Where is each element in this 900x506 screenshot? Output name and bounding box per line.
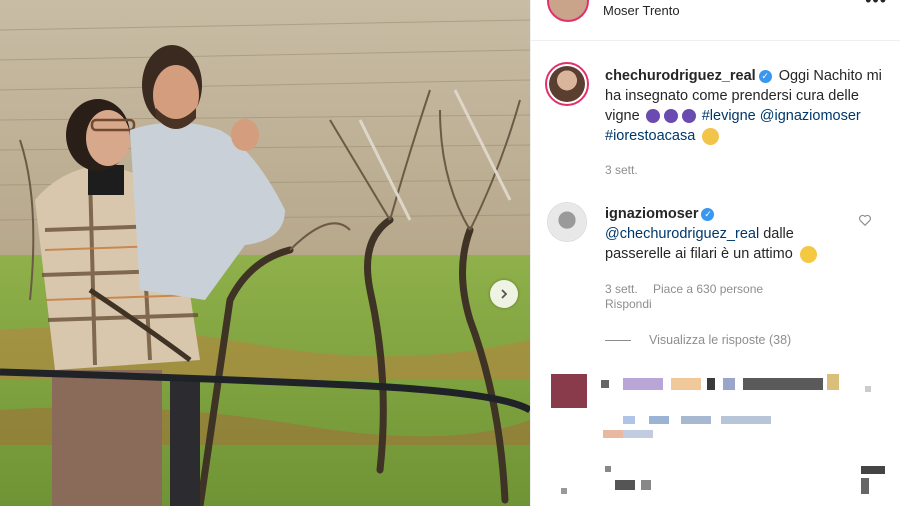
post-caption: chechurodriguez_real ✓ Oggi Nachito mi ha… xyxy=(605,66,885,146)
next-photo-button[interactable] xyxy=(490,280,518,308)
view-replies-label: Visualizza le risposte (38) xyxy=(649,333,792,347)
caption-username[interactable]: chechurodriguez_real xyxy=(605,68,756,84)
chevron-right-icon xyxy=(501,289,508,299)
caption-avatar[interactable] xyxy=(545,62,589,106)
comment-username[interactable]: ignaziomoser xyxy=(605,206,698,222)
heart-icon[interactable] xyxy=(858,213,872,227)
commenter-avatar[interactable] xyxy=(547,202,587,242)
mention-link[interactable]: @ignaziomoser xyxy=(760,108,861,124)
divider-line xyxy=(605,339,631,341)
verified-icon: ✓ xyxy=(701,207,715,221)
laughing-emoji-icon xyxy=(799,245,817,263)
vineyard-photo xyxy=(0,0,530,506)
post-header: Moser Trento ••• xyxy=(531,0,900,41)
hashtag-link[interactable]: #levigne xyxy=(702,108,756,124)
comment-likes[interactable]: Piace a 630 persone xyxy=(653,282,763,296)
comment-body: ignaziomoser ✓ @chechurodriguez_real dall… xyxy=(605,204,855,264)
grape-icon xyxy=(645,109,660,124)
more-icon[interactable]: ••• xyxy=(865,0,887,11)
reply-button[interactable]: Rispondi xyxy=(605,297,652,311)
view-replies-button[interactable]: Visualizza le risposte (38) xyxy=(605,333,791,347)
author-avatar[interactable] xyxy=(547,0,589,22)
post-photo[interactable] xyxy=(0,0,530,506)
post-location[interactable]: Moser Trento xyxy=(603,3,680,18)
post-details-panel: Moser Trento ••• chechurodriguez_real ✓ O… xyxy=(530,0,900,506)
grape-icon xyxy=(681,109,696,124)
mention-link[interactable]: @chechurodriguez_real xyxy=(605,226,759,242)
grape-icon xyxy=(663,109,678,124)
verified-icon: ✓ xyxy=(758,69,772,83)
comment-time: 3 sett. xyxy=(605,282,638,296)
caption-time: 3 sett. xyxy=(605,163,638,177)
hashtag-link[interactable]: #iorestoacasa xyxy=(605,128,695,144)
person-emoji-icon xyxy=(702,127,720,145)
